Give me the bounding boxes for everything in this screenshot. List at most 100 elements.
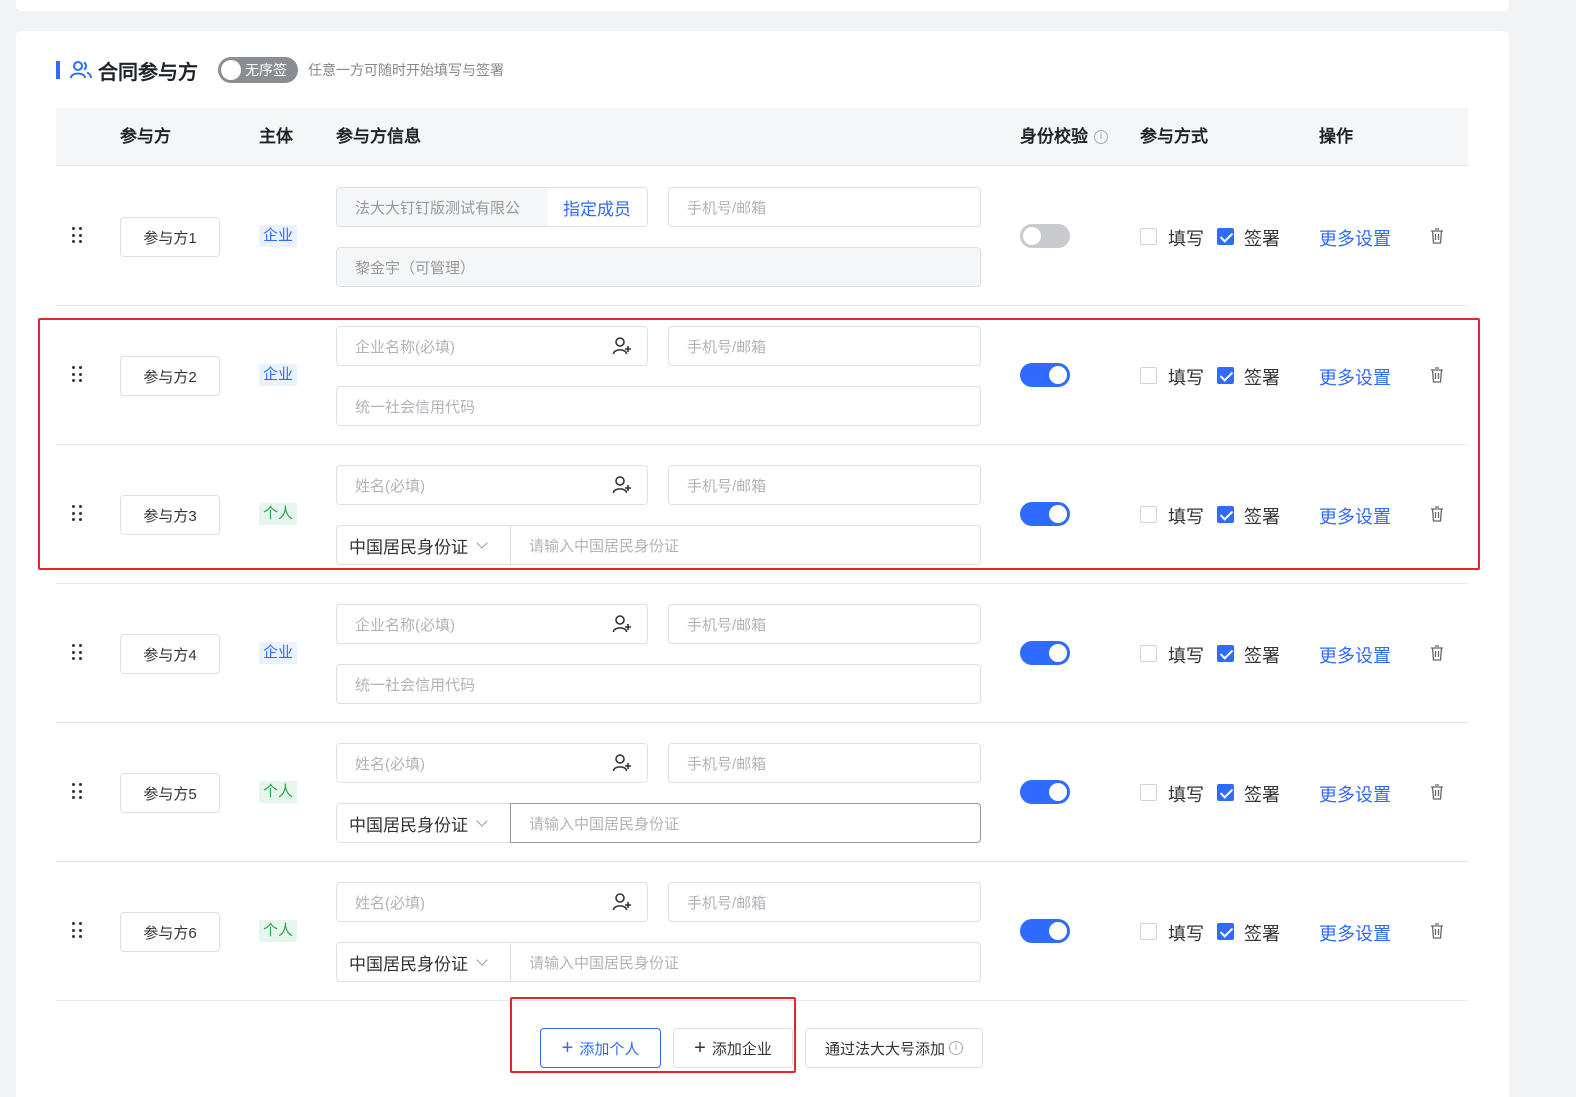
person-name-input[interactable]: 姓名(必填) [336,465,598,505]
fill-checkbox[interactable] [1140,367,1157,384]
id-number-input[interactable]: 请输入中国居民身份证 [510,803,981,843]
add-company-button[interactable]: + 添加企业 [673,1028,793,1068]
person-name-input[interactable]: 姓名(必填) [336,743,598,783]
toggle-knob [1049,644,1067,662]
company-name-field[interactable]: 法大大钉钉版测试有限公 [336,187,548,227]
assign-member-button[interactable]: 指定成员 [547,187,648,227]
sequence-toggle-label: 无序签 [245,62,287,78]
fill-checkbox[interactable] [1140,784,1157,801]
more-settings-link[interactable]: 更多设置 [1319,503,1391,529]
id-type-select[interactable]: 中国居民身份证 [336,525,510,565]
trash-icon[interactable] [1430,367,1444,383]
info-icon[interactable]: i [1094,130,1108,144]
id-type-select[interactable]: 中国居民身份证 [336,803,510,843]
section-description: 任意一方可随时开始填写与签署 [308,62,504,78]
contact-field[interactable]: 手机号/邮箱 [668,326,981,366]
sign-label: 签署 [1244,229,1280,249]
fill-checkbox[interactable] [1140,506,1157,523]
subject-badge: 企业 [259,642,298,664]
identity-check-toggle[interactable] [1020,363,1070,387]
add-contact-icon[interactable] [597,326,648,366]
add-company-label: 添加企业 [711,1040,772,1058]
participant-name[interactable]: 参与方6 [120,912,220,952]
drag-handle-icon[interactable] [72,366,82,384]
top-card [16,0,1509,11]
participant-name[interactable]: 参与方5 [120,773,220,813]
contact-field[interactable]: 手机号/邮箱 [668,882,981,922]
drag-handle-icon[interactable] [72,783,82,801]
participant-name[interactable]: 参与方4 [120,634,220,674]
id-number-input[interactable]: 请输入中国居民身份证 [510,525,981,565]
add-contact-icon[interactable] [597,743,648,783]
contact-field[interactable]: 手机号/邮箱 [668,187,981,227]
identity-check-toggle[interactable] [1020,919,1070,943]
sign-label: 签署 [1244,507,1280,527]
company-name-input[interactable]: 企业名称(必填) [336,326,598,366]
drag-handle-icon[interactable] [72,505,82,523]
add-via-account-button[interactable]: 通过法大大号添加 i [805,1028,983,1068]
credit-code-input[interactable]: 统一社会信用代码 [336,664,981,704]
chevron-down-icon [476,953,488,966]
fill-label: 填写 [1168,646,1204,666]
identity-check-toggle[interactable] [1020,224,1070,248]
add-contact-icon[interactable] [597,465,648,505]
identity-check-toggle[interactable] [1020,502,1070,526]
users-icon [70,59,92,81]
section-header: 合同参与方 无序签 任意一方可随时开始填写与签署 [56,56,504,84]
chevron-down-icon [476,814,488,827]
sign-label: 签署 [1244,924,1280,944]
table-row: 参与方3 个人 姓名(必填) 手机号/邮箱 中国居民身份证 请输入中国居民身份证 填写 签署 更… [56,445,1468,584]
add-person-button[interactable]: + 添加个人 [540,1028,661,1068]
table-row: 参与方4 企业 企业名称(必填) 手机号/邮箱 统一社会信用代码 填写 签署 更多设置 [56,584,1468,723]
drag-handle-icon[interactable] [72,644,82,662]
more-settings-link[interactable]: 更多设置 [1319,781,1391,807]
header-mode: 参与方式 [1140,127,1208,146]
header-info: 参与方信息 [336,127,421,146]
more-settings-link[interactable]: 更多设置 [1319,225,1391,251]
sign-checkbox[interactable] [1217,923,1234,940]
fill-label: 填写 [1168,229,1204,249]
sign-checkbox[interactable] [1217,228,1234,245]
sign-checkbox[interactable] [1217,784,1234,801]
trash-icon[interactable] [1430,645,1444,661]
table-row: 参与方2 企业 企业名称(必填) 手机号/邮箱 统一社会信用代码 填写 签署 更多设置 [56,306,1468,445]
company-name-input[interactable]: 企业名称(必填) [336,604,598,644]
header-identity-check: 身份校验 i [1020,108,1108,166]
fill-checkbox[interactable] [1140,645,1157,662]
member-field[interactable]: 黎金宇（可管理） [336,247,981,287]
credit-code-input[interactable]: 统一社会信用代码 [336,386,981,426]
contact-field[interactable]: 手机号/邮箱 [668,743,981,783]
participant-name[interactable]: 参与方2 [120,356,220,396]
person-name-input[interactable]: 姓名(必填) [336,882,598,922]
fill-label: 填写 [1168,368,1204,388]
id-number-input[interactable]: 请输入中国居民身份证 [510,942,981,982]
contact-field[interactable]: 手机号/邮箱 [668,465,981,505]
trash-icon[interactable] [1430,228,1444,244]
identity-check-toggle[interactable] [1020,780,1070,804]
more-settings-link[interactable]: 更多设置 [1319,364,1391,390]
trash-icon[interactable] [1430,506,1444,522]
sign-checkbox[interactable] [1217,367,1234,384]
table-row: 参与方6 个人 姓名(必填) 手机号/邮箱 中国居民身份证 请输入中国居民身份证 填写 签署 更… [56,862,1468,1001]
participant-name[interactable]: 参与方1 [120,217,220,257]
identity-check-toggle[interactable] [1020,641,1070,665]
participant-name[interactable]: 参与方3 [120,495,220,535]
id-type-select[interactable]: 中国居民身份证 [336,942,510,982]
drag-handle-icon[interactable] [72,227,82,245]
trash-icon[interactable] [1430,784,1444,800]
sequence-toggle[interactable]: 无序签 [218,57,298,83]
fill-checkbox[interactable] [1140,228,1157,245]
toggle-knob [1049,366,1067,384]
contact-field[interactable]: 手机号/邮箱 [668,604,981,644]
more-settings-link[interactable]: 更多设置 [1319,642,1391,668]
sign-label: 签署 [1244,368,1280,388]
add-contact-icon[interactable] [597,604,648,644]
plus-icon: + [561,1037,574,1059]
drag-handle-icon[interactable] [72,922,82,940]
trash-icon[interactable] [1430,923,1444,939]
sign-checkbox[interactable] [1217,506,1234,523]
sign-checkbox[interactable] [1217,645,1234,662]
more-settings-link[interactable]: 更多设置 [1319,920,1391,946]
fill-checkbox[interactable] [1140,923,1157,940]
add-contact-icon[interactable] [597,882,648,922]
